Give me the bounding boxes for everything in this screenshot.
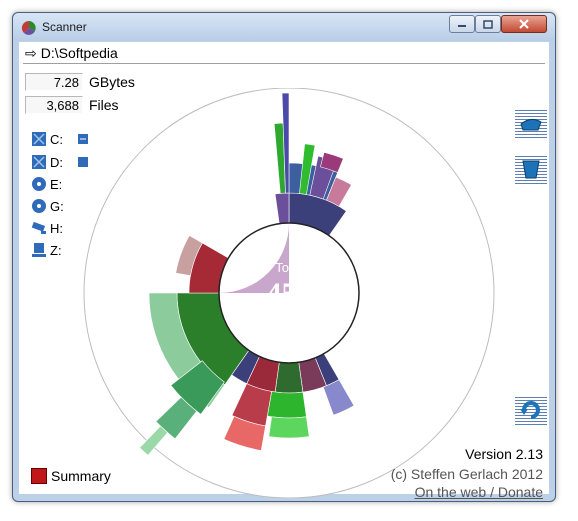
drive-h[interactable]: H:	[31, 218, 63, 238]
center-label-top: Total	[275, 260, 303, 275]
summary-color-swatch	[31, 468, 47, 484]
drive-label: G:	[50, 198, 64, 214]
files-value-box: 3,688	[25, 96, 83, 114]
scanner-window: Scanner ⇨ D:\Softpedia 7.28 GBytes 3,688…	[12, 12, 556, 502]
center-total-value: 454	[267, 277, 312, 310]
refresh-button[interactable]	[515, 395, 547, 425]
maximize-button[interactable]	[475, 15, 501, 33]
maximize-icon	[483, 19, 493, 29]
summary-toggle[interactable]: Summary	[31, 468, 111, 484]
drive-label: D:	[50, 154, 63, 170]
minimize-icon	[458, 25, 466, 27]
drive-label: H:	[50, 220, 63, 236]
drive-g[interactable]: G:	[31, 196, 64, 216]
hard-drive-icon	[32, 155, 46, 169]
folder-segment[interactable]	[274, 361, 304, 394]
web-donate-link[interactable]: On the web / Donate	[415, 484, 543, 500]
refresh-icon	[520, 401, 540, 419]
current-path: D:\Softpedia	[40, 45, 118, 61]
disk-usage-sunburst[interactable]: Total 454 GBytes	[79, 88, 499, 498]
summary-label: Summary	[51, 468, 111, 484]
folder-segment[interactable]	[268, 416, 310, 439]
delete-button[interactable]	[515, 154, 547, 184]
drive-z[interactable]: Z:	[31, 240, 62, 260]
optical-drive-icon	[32, 177, 46, 191]
center-label-bottom: GBytes	[268, 309, 311, 324]
close-button[interactable]	[501, 15, 547, 33]
scanner-app-icon	[21, 20, 36, 35]
optical-drive-icon	[32, 199, 46, 213]
drive-label: Z:	[50, 242, 62, 258]
drive-e[interactable]: E:	[31, 174, 62, 194]
delete-icon	[522, 160, 540, 179]
title-bar[interactable]: Scanner	[13, 13, 555, 41]
size-value-box: 7.28	[25, 73, 83, 91]
open-folder-button[interactable]	[515, 108, 547, 138]
close-icon	[519, 19, 529, 29]
network-drive-icon	[31, 221, 46, 234]
client-area: ⇨ D:\Softpedia 7.28 GBytes 3,688 Files C…	[19, 42, 549, 500]
window-title: Scanner	[42, 20, 87, 34]
hard-drive-icon	[32, 132, 46, 146]
divider	[23, 63, 545, 64]
path-arrow-icon: ⇨	[25, 44, 37, 61]
folder-segment[interactable]	[266, 391, 307, 419]
drive-label: C:	[50, 131, 63, 147]
path-bar[interactable]: ⇨ D:\Softpedia	[25, 44, 118, 62]
open-folder-icon	[520, 118, 542, 131]
version-label: Version 2.13	[465, 446, 543, 462]
minimize-button[interactable]	[449, 15, 475, 33]
network-drive-icon	[32, 243, 46, 257]
drive-label: E:	[50, 176, 63, 192]
copyright-label: (c) Steffen Gerlach 2012	[390, 466, 543, 482]
